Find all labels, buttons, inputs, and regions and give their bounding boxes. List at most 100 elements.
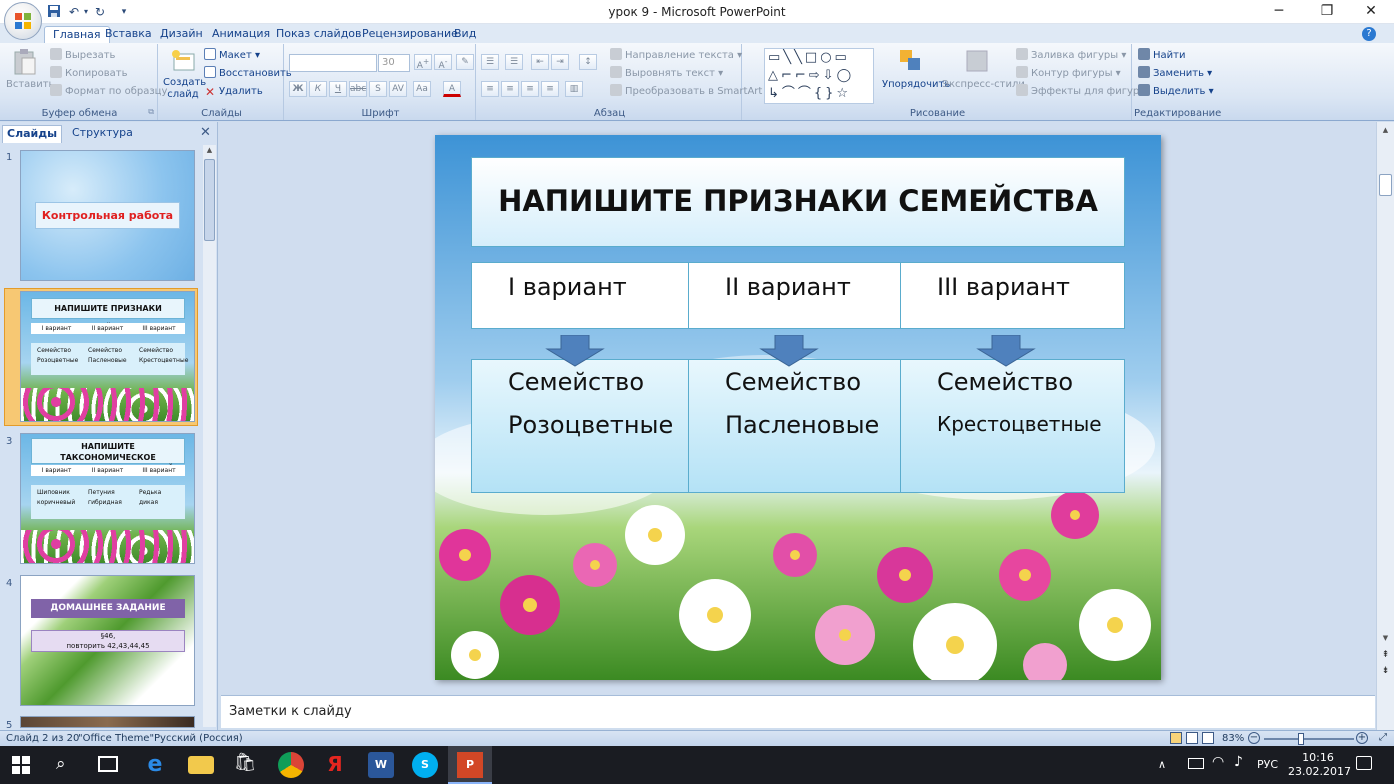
notifications-icon[interactable]: [1356, 756, 1372, 770]
word-icon[interactable]: W: [368, 752, 394, 778]
variant-cell-2[interactable]: II вариант: [688, 262, 901, 329]
thumbnail-scrollbar[interactable]: ▲: [203, 145, 216, 727]
find-button[interactable]: Найти: [1138, 48, 1185, 64]
font-name-combo[interactable]: [289, 54, 377, 72]
replace-button[interactable]: Заменить ▾: [1138, 66, 1212, 82]
thumbnail-slide-1[interactable]: Контрольная работа: [20, 150, 195, 281]
scroll-up-icon[interactable]: ▲: [1379, 126, 1392, 136]
slideshow-view-icon[interactable]: [1202, 732, 1214, 744]
layout-button[interactable]: Макет ▾: [204, 48, 260, 64]
fit-to-window-icon[interactable]: ⤢: [1376, 732, 1390, 744]
down-arrow-2[interactable]: [759, 335, 819, 367]
restore-icon[interactable]: ❐: [1304, 0, 1350, 24]
columns-icon[interactable]: ▥: [565, 81, 583, 97]
shapes-gallery[interactable]: ▭╲╲□○▭ △⌐⌐⇨⇩◯ ↳⌒⌒{}☆: [764, 48, 874, 104]
windows-start-icon[interactable]: [12, 756, 30, 774]
powerpoint-taskbar-button[interactable]: P: [448, 746, 492, 784]
zoom-in-icon[interactable]: +: [1356, 732, 1368, 744]
scroll-down-icon[interactable]: ▼: [1379, 634, 1392, 644]
align-right-icon[interactable]: ≡: [521, 81, 539, 97]
input-language[interactable]: РУС: [1257, 758, 1278, 771]
office-button[interactable]: [4, 2, 42, 40]
network-icon[interactable]: ◠: [1212, 754, 1224, 770]
tab-view[interactable]: Вид: [446, 26, 484, 43]
format-painter-button[interactable]: Формат по образцу: [50, 84, 167, 100]
tab-design[interactable]: Дизайн: [152, 26, 211, 43]
justify-icon[interactable]: ≡: [541, 81, 559, 97]
select-button[interactable]: Выделить ▾: [1138, 84, 1214, 100]
shrink-font-icon[interactable]: A-: [434, 54, 452, 71]
store-icon[interactable]: 🛍: [232, 752, 258, 778]
reset-button[interactable]: Восстановить: [204, 66, 292, 82]
yandex-icon[interactable]: Я: [322, 752, 348, 778]
search-icon[interactable]: ⌕: [56, 754, 66, 774]
shape-outline-button[interactable]: Контур фигуры ▾: [1016, 66, 1121, 82]
theme-name[interactable]: "Office Theme": [78, 731, 154, 746]
slide-canvas[interactable]: НАПИШИТЕ ПРИЗНАКИ СЕМЕЙСТВА I вариант II…: [435, 135, 1161, 680]
file-explorer-icon[interactable]: [188, 756, 214, 774]
task-view-icon[interactable]: [98, 756, 118, 772]
shadow-icon[interactable]: S: [369, 81, 387, 97]
increase-indent-icon[interactable]: ⇥: [551, 54, 569, 70]
quick-styles-button[interactable]: Экспресс-стили: [942, 48, 1025, 93]
zoom-slider-thumb[interactable]: [1297, 733, 1304, 745]
paste-button[interactable]: Вставить: [6, 48, 54, 94]
thumbnail-slide-3[interactable]: НАПИШИТЕ ТАКСОНОМИЧЕСКОЕ ПОЛОЖЕНИЕ ДЛЯ Р…: [20, 433, 195, 564]
variant-cell-1[interactable]: I вариант: [471, 262, 689, 329]
align-left-icon[interactable]: ≡: [481, 81, 499, 97]
numbering-icon[interactable]: ☰: [505, 54, 523, 70]
close-panel-icon[interactable]: ✕: [200, 125, 211, 140]
editor-scrollbar[interactable]: ▲ ▼ ⇞ ⇟: [1376, 122, 1394, 730]
family-cell-1[interactable]: Семейство Розоцветные: [471, 359, 689, 493]
normal-view-icon[interactable]: [1170, 732, 1182, 744]
clear-format-icon[interactable]: ✎: [456, 54, 474, 70]
copy-button[interactable]: Копировать: [50, 66, 127, 82]
tray-chevron-icon[interactable]: ∧: [1158, 758, 1166, 771]
delete-slide-button[interactable]: ✕ Удалить: [204, 84, 263, 100]
help-icon[interactable]: ?: [1362, 27, 1376, 41]
thumbnail-slide-5[interactable]: [20, 716, 195, 728]
grow-font-icon[interactable]: A+: [414, 54, 432, 71]
cut-button[interactable]: Вырезать: [50, 48, 115, 64]
zoom-slider[interactable]: [1264, 733, 1354, 745]
volume-icon[interactable]: ♪: [1234, 754, 1243, 770]
scroll-up-icon[interactable]: ▲: [204, 146, 215, 156]
tab-slides-panel[interactable]: Слайды: [2, 125, 63, 143]
battery-icon[interactable]: [1188, 758, 1204, 769]
bold-icon[interactable]: Ж: [289, 81, 307, 97]
tab-insert[interactable]: Вставка: [97, 26, 160, 43]
align-center-icon[interactable]: ≡: [501, 81, 519, 97]
slide-sorter-icon[interactable]: [1186, 732, 1198, 744]
thumbnail-slide-2[interactable]: НАПИШИТЕ ПРИЗНАКИ СЕМЕЙСТВА I вариант II…: [20, 291, 195, 422]
next-slide-icon[interactable]: ⇟: [1379, 666, 1392, 678]
close-icon[interactable]: ✕: [1348, 0, 1394, 24]
zoom-out-icon[interactable]: −: [1248, 732, 1260, 744]
line-spacing-icon[interactable]: ↕: [579, 54, 597, 70]
variant-cell-3[interactable]: III вариант: [900, 262, 1125, 329]
down-arrow-3[interactable]: [976, 335, 1036, 367]
family-cell-3[interactable]: Семейство Крестоцветные: [900, 359, 1125, 493]
minimize-icon[interactable]: ─: [1256, 0, 1302, 24]
skype-icon[interactable]: S: [412, 752, 438, 778]
bullets-icon[interactable]: ☰: [481, 54, 499, 70]
clock[interactable]: 10:16 23.02.2017: [1288, 751, 1351, 779]
edge-icon[interactable]: e: [142, 752, 168, 778]
font-color-icon[interactable]: A: [443, 81, 461, 97]
arrange-button[interactable]: Упорядочить: [882, 48, 950, 93]
tab-outline-panel[interactable]: Структура: [68, 125, 137, 143]
slide-title-box[interactable]: НАПИШИТЕ ПРИЗНАКИ СЕМЕЙСТВА: [471, 157, 1125, 247]
scroll-thumb[interactable]: [1379, 174, 1392, 196]
shape-effects-button[interactable]: Эффекты для фигур ▾: [1016, 84, 1147, 100]
family-cell-2[interactable]: Семейство Пасленовые: [688, 359, 901, 493]
text-direction-button[interactable]: Направление текста ▾: [610, 48, 742, 64]
underline-icon[interactable]: Ч: [329, 81, 347, 97]
chrome-icon[interactable]: [278, 752, 304, 778]
scroll-thumb[interactable]: [204, 159, 215, 241]
dialog-launcher-icon[interactable]: ⧉: [148, 107, 154, 117]
font-size-combo[interactable]: 30: [378, 54, 410, 72]
previous-slide-icon[interactable]: ⇞: [1379, 650, 1392, 662]
change-case-icon[interactable]: Aa: [413, 81, 431, 97]
zoom-level[interactable]: 83%: [1222, 731, 1244, 746]
spacing-icon[interactable]: AV: [389, 81, 407, 97]
align-text-button[interactable]: Выровнять текст ▾: [610, 66, 723, 82]
